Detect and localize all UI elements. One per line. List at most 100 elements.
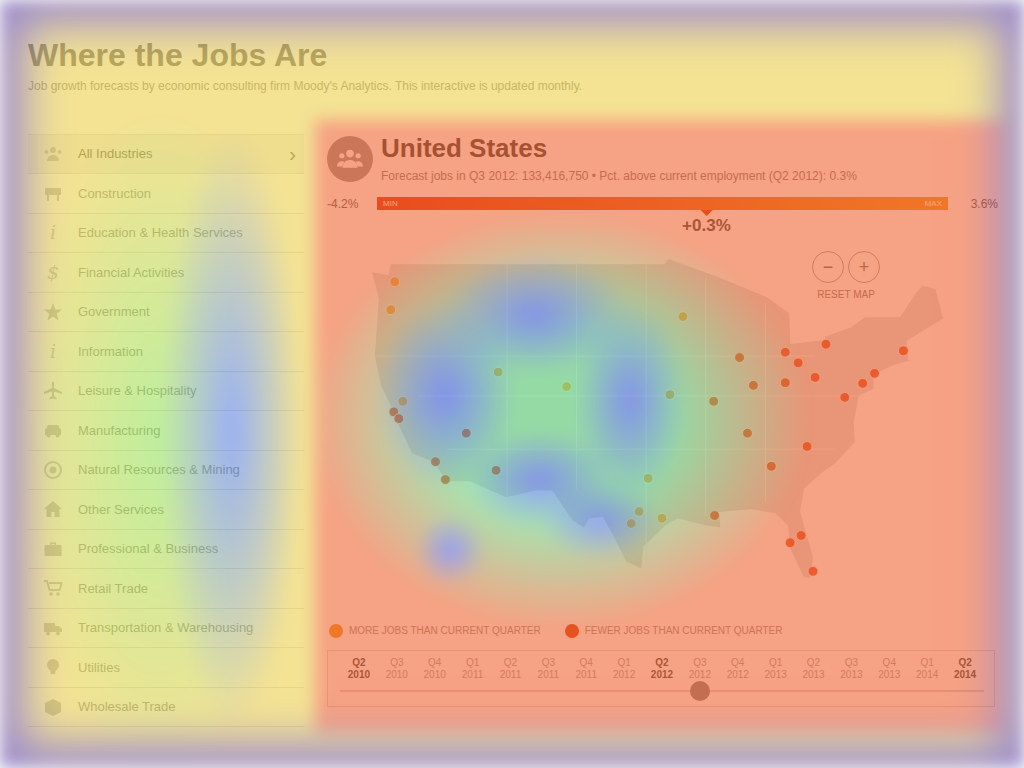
sidebar-item[interactable]: Other Services (28, 490, 304, 530)
timeline: Q22010Q32010Q42010Q12011Q22011Q32011Q420… (327, 650, 995, 707)
map-pin[interactable] (561, 382, 571, 392)
sidebar-item[interactable]: Retail Trade (28, 569, 304, 609)
quarter-label: Q1 (605, 657, 643, 669)
map-pin[interactable] (780, 347, 790, 357)
house-icon (38, 499, 68, 519)
sidebar-item[interactable]: $Financial Activities (28, 253, 304, 293)
zoom-out-button[interactable]: − (812, 251, 844, 283)
year-label: 2012 (605, 669, 643, 681)
map-pin[interactable] (393, 414, 403, 424)
timeline-quarter[interactable]: Q42011 (567, 657, 605, 680)
education-icon-glyph: i (50, 223, 56, 242)
quarter-label: Q2 (340, 657, 378, 669)
map-pin[interactable] (708, 397, 718, 407)
timeline-quarter[interactable]: Q42013 (870, 657, 908, 680)
timeline-quarter[interactable]: Q22014 (946, 657, 984, 680)
map-pin[interactable] (626, 519, 636, 529)
sidebar-item[interactable]: Manufacturing (28, 411, 304, 451)
sidebar-item[interactable]: i Education & Health Services (28, 214, 304, 254)
map-pin[interactable] (780, 378, 790, 388)
zoom-in-button[interactable]: + (848, 251, 880, 283)
map-pin[interactable] (796, 531, 806, 541)
timeline-quarter[interactable]: Q12014 (908, 657, 946, 680)
map-pin[interactable] (389, 277, 399, 287)
timeline-quarter[interactable]: Q12013 (757, 657, 795, 680)
sidebar-item[interactable]: Utilities (28, 648, 304, 688)
map-pin[interactable] (634, 507, 644, 517)
year-label: 2012 (681, 669, 719, 681)
year-label: 2013 (870, 669, 908, 681)
sidebar-item[interactable]: Wholesale Trade (28, 688, 304, 728)
map-pin[interactable] (734, 353, 744, 363)
map-pin[interactable] (677, 312, 687, 322)
map-pin[interactable] (785, 538, 795, 548)
quarter-label: Q4 (719, 657, 757, 669)
year-label: 2011 (567, 669, 605, 681)
timeline-quarter[interactable]: Q22012 (643, 657, 681, 680)
sidebar-item[interactable]: Transportation & Warehousing (28, 609, 304, 649)
timeline-quarter[interactable]: Q32012 (681, 657, 719, 680)
timeline-quarter[interactable]: Q22010 (340, 657, 378, 680)
map-pin[interactable] (643, 474, 653, 484)
map-pin[interactable] (857, 379, 867, 389)
sidebar-item[interactable]: All Industries› (28, 135, 304, 175)
sidebar-item[interactable]: Leisure & Hospitality (28, 372, 304, 412)
map-pin[interactable] (385, 305, 395, 315)
sidebar-item[interactable]: Natural Resources & Mining (28, 451, 304, 491)
timeline-quarter[interactable]: Q22011 (492, 657, 530, 680)
sidebar-label: Education & Health Services (78, 223, 296, 243)
map-pin[interactable] (766, 462, 776, 472)
map-pin[interactable] (802, 442, 812, 452)
sidebar-label: Retail Trade (78, 579, 296, 599)
map-pin[interactable] (493, 367, 503, 377)
map-pin[interactable] (665, 390, 675, 400)
map-pin[interactable] (898, 346, 908, 356)
year-label: 2010 (340, 669, 378, 681)
timeline-knob[interactable] (690, 681, 710, 701)
map[interactable]: −+ RESET MAP (327, 239, 998, 617)
sidebar-label: Information (78, 342, 296, 362)
map-pin[interactable] (397, 397, 407, 407)
sidebar-item[interactable]: Professional & Business (28, 530, 304, 570)
scale-marker: +0.3% (682, 210, 731, 236)
sidebar-item[interactable]: iInformation (28, 332, 304, 372)
timeline-quarter[interactable]: Q12011 (454, 657, 492, 680)
quarter-label: Q2 (795, 657, 833, 669)
map-pin[interactable] (440, 475, 450, 485)
timeline-quarter[interactable]: Q22013 (795, 657, 833, 680)
map-pin[interactable] (810, 373, 820, 383)
map-pin[interactable] (808, 567, 818, 577)
map-pin[interactable] (430, 457, 440, 467)
legend-item: FEWER JOBS THAN CURRENT QUARTER (565, 623, 783, 638)
map-pin[interactable] (709, 511, 719, 521)
timeline-quarter[interactable]: Q12012 (605, 657, 643, 680)
region-texts: United States Forecast jobs in Q3 2012: … (381, 134, 857, 186)
map-pin[interactable] (869, 369, 879, 379)
sidebar-item[interactable]: Government (28, 293, 304, 333)
scale-min: -4.2% (327, 197, 373, 239)
map-pin[interactable] (742, 428, 752, 438)
map-pin[interactable] (657, 513, 667, 523)
timeline-quarter[interactable]: Q42012 (719, 657, 757, 680)
scale-value: +0.3% (682, 216, 731, 236)
map-pin[interactable] (821, 339, 831, 349)
truck-icon (38, 618, 68, 638)
education-icon: i (38, 223, 68, 242)
sidebar-label: Professional & Business (78, 539, 296, 559)
timeline-quarter[interactable]: Q32010 (378, 657, 416, 680)
map-pin[interactable] (839, 393, 849, 403)
map-pin[interactable] (748, 381, 758, 391)
us-outline (370, 258, 943, 579)
barrier-icon (38, 183, 68, 203)
timeline-quarter[interactable]: Q42010 (416, 657, 454, 680)
timeline-quarter[interactable]: Q32011 (529, 657, 567, 680)
sidebar-item[interactable]: Construction (28, 174, 304, 214)
map-pin[interactable] (491, 466, 501, 476)
reset-map-button[interactable]: RESET MAP (812, 287, 880, 302)
map-pin[interactable] (793, 358, 803, 368)
sidebar-label: Leisure & Hospitality (78, 381, 296, 401)
cart-icon (38, 578, 68, 598)
zoom-buttons: −+ (812, 251, 880, 283)
timeline-quarter[interactable]: Q32013 (832, 657, 870, 680)
map-pin[interactable] (461, 428, 471, 438)
